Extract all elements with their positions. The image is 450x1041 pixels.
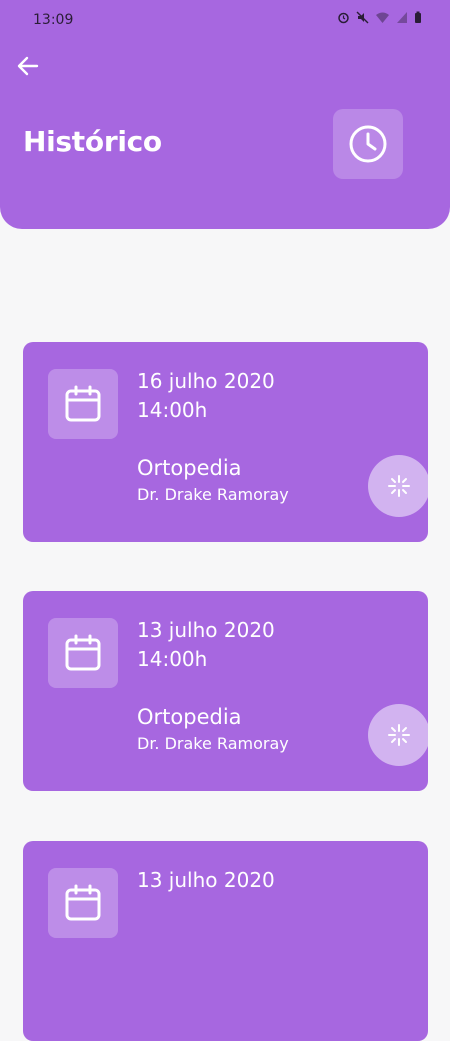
appointment-doctor: Dr. Drake Ramoray [137, 734, 289, 753]
arrow-left-icon [17, 56, 39, 76]
appointment-action-button[interactable] [368, 455, 428, 517]
status-bar: 13:09 [0, 0, 450, 44]
sparkle-icon [388, 724, 410, 746]
appointment-card[interactable]: 13 julho 2020 14:00h Ortopedia Dr. Drake… [23, 591, 428, 791]
wifi-icon [376, 12, 389, 23]
page-title: Histórico [23, 125, 162, 158]
appointment-icon-tile [48, 868, 118, 938]
appointment-card[interactable]: 13 julho 2020 [23, 841, 428, 1041]
appointment-specialty: Ortopedia [137, 705, 242, 729]
appointment-icon-tile [48, 618, 118, 688]
appointment-time: 14:00h [137, 398, 208, 422]
calendar-icon [65, 884, 101, 921]
appointment-card[interactable]: 16 julho 2020 14:00h Ortopedia Dr. Drake… [23, 342, 428, 542]
status-time: 13:09 [33, 12, 74, 28]
calendar-icon [65, 634, 101, 671]
signal-icon [397, 12, 407, 23]
back-button[interactable] [14, 52, 42, 80]
appointment-action-button[interactable] [368, 704, 428, 766]
appointment-doctor: Dr. Drake Ramoray [137, 485, 289, 504]
history-icon-tile [333, 109, 403, 179]
appointment-date: 13 julho 2020 [137, 868, 275, 892]
calendar-icon [65, 385, 101, 422]
appointment-specialty: Ortopedia [137, 456, 242, 480]
alarm-icon [338, 12, 349, 24]
battery-icon [415, 11, 421, 23]
sparkle-icon [388, 475, 410, 497]
appointment-date: 13 julho 2020 [137, 618, 275, 642]
mute-icon [356, 11, 369, 24]
appointment-date: 16 julho 2020 [137, 369, 275, 393]
status-icons [337, 11, 422, 24]
clock-icon [349, 125, 387, 163]
appointment-time: 14:00h [137, 647, 208, 671]
appointment-icon-tile [48, 369, 118, 439]
